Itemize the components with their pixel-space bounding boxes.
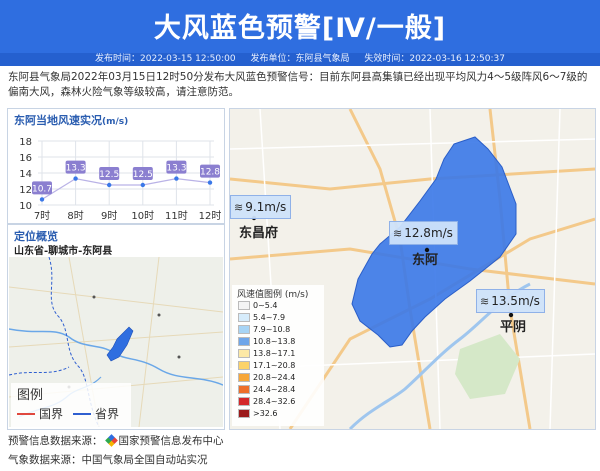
color-swatch: [238, 337, 250, 346]
expire-time: 失效时间：2022-03-16 12:50:37: [364, 54, 505, 64]
color-swatch: [238, 349, 250, 358]
data-label: 12.5: [99, 170, 119, 180]
legend-national-border-label: 国界: [39, 407, 64, 421]
legend-label: 24.4~28.4: [253, 385, 296, 394]
legend-item: >32.6: [238, 408, 278, 419]
data-point: [140, 182, 145, 188]
issuer: 发布单位：东阿县气象局: [250, 54, 350, 64]
wind-icon: ≋: [480, 295, 490, 308]
station-speed: 12.8m/s: [404, 226, 453, 240]
legend-item: 28.4~32.6: [238, 396, 295, 407]
station-speed: 9.1m/s: [245, 200, 287, 214]
legend-item: 0~5.4: [238, 300, 278, 311]
legend-item: 17.1~20.8: [238, 360, 295, 371]
station-wind-label-donge[interactable]: ≋ 12.8m/s: [389, 221, 458, 245]
y-tick-label: 16: [19, 153, 32, 164]
legend-item: 5.4~7.9: [238, 312, 285, 323]
legend-item: 13.8~17.1: [238, 348, 295, 359]
wind-speed-map[interactable]: ≋ 9.1m/s 东昌府 ≋ 12.8m/s 东阿 ≋ 13.5m/s 平阴 风速值图…: [229, 108, 596, 430]
color-swatch: [238, 325, 250, 334]
legend-item: 7.9~10.8: [238, 324, 290, 335]
minimap-legend-title: 图例: [17, 388, 44, 403]
color-swatch: [238, 409, 250, 418]
issue-time: 发布时间：2022-03-15 12:50:00: [95, 54, 236, 64]
data-label: 12.5: [133, 170, 153, 180]
warning-banner: 大风蓝色预警[Ⅳ/一般]: [0, 0, 600, 53]
alert-source-line: 预警信息数据来源： 国家预警信息发布中心: [8, 433, 224, 448]
y-tick-label: 18: [19, 137, 32, 148]
data-point: [174, 176, 179, 181]
color-swatch: [238, 361, 250, 370]
national-border-line-icon: [17, 412, 35, 415]
data-label: 13.3: [166, 164, 186, 174]
data-label: 12.8: [200, 168, 220, 178]
wind-icon: ≋: [234, 201, 244, 214]
color-swatch: [238, 397, 250, 406]
wind-speed-chart: 10 12 14 16 18 7时 8时 9时 10时 11时 12时 10.7 13.3 12.5 12.…: [19, 137, 222, 222]
x-tick-label: 7时: [34, 210, 50, 222]
minimap-legend: 图例 国界 省界: [11, 383, 131, 427]
legend-label: 20.8~24.4: [253, 373, 296, 382]
city-label-donge: 东阿: [412, 253, 439, 268]
x-tick-label: 8时: [67, 210, 83, 222]
legend-item: 24.4~28.4: [238, 384, 295, 395]
warning-meta-bar: 发布时间：2022-03-15 12:50:00 发布单位：东阿县气象局 失效时…: [0, 53, 600, 66]
data-point: [73, 176, 78, 181]
color-swatch: [238, 385, 250, 394]
warning-center-logo-icon: [104, 434, 118, 447]
legend-label: 5.4~7.9: [253, 313, 286, 322]
station-wind-label-pingyin[interactable]: ≋ 13.5m/s: [476, 289, 545, 313]
x-tick-label: 10时: [131, 210, 154, 222]
color-swatch: [238, 313, 250, 322]
legend-label: 28.4~32.6: [253, 397, 296, 406]
alert-source-label: 预警信息数据来源：: [8, 435, 103, 447]
data-label: 10.7: [32, 184, 52, 194]
legend-provincial-border: 省界: [73, 405, 119, 422]
data-point: [207, 180, 213, 185]
y-tick-label: 12: [19, 185, 32, 196]
legend-provincial-border-label: 省界: [95, 407, 120, 421]
legend-label: 17.1~20.8: [253, 361, 296, 370]
wind-speed-legend-title: 风速值图例 (m/s): [237, 290, 309, 300]
wind-speed-panel: 东阿当地风速实况(m/s) 10 12 14 16 18 7时 8时 9时 10时 11时 12时 1…: [7, 108, 225, 224]
y-tick-label: 10: [19, 201, 32, 212]
legend-national-border: 国界: [17, 405, 63, 422]
station-wind-label-dongchangfu[interactable]: ≋ 9.1m/s: [230, 195, 292, 219]
city-label-pingyin: 平阴: [500, 320, 527, 335]
alert-source-name[interactable]: 国家预警信息发布中心: [119, 433, 224, 448]
legend-label: 7.9~10.8: [253, 325, 291, 334]
legend-label: 0~5.4: [253, 301, 278, 310]
data-point: [107, 182, 112, 188]
data-label: 13.3: [66, 164, 86, 174]
color-swatch: [238, 301, 250, 310]
legend-item: 10.8~13.8: [238, 336, 295, 347]
warning-description: 东阿县气象局2022年03月15日12时50分发布大风蓝色预警信号：目前东阿县高…: [8, 71, 588, 98]
data-point: [39, 197, 45, 202]
legend-label: >32.6: [253, 409, 278, 418]
city-label-dongchangfu: 东昌府: [239, 226, 279, 241]
wind-icon: ≋: [393, 227, 403, 240]
warning-title: 大风蓝色预警[Ⅳ/一般]: [153, 13, 447, 44]
x-tick-label: 9时: [101, 210, 117, 222]
legend-label: 13.8~17.1: [253, 349, 296, 358]
legend-label: 10.8~13.8: [253, 337, 296, 346]
provincial-border-line-icon: [73, 412, 91, 415]
legend-item: 20.8~24.4: [238, 372, 295, 383]
color-swatch: [238, 373, 250, 382]
x-tick-label: 12时: [199, 210, 222, 222]
y-tick-label: 14: [19, 169, 32, 180]
wind-speed-legend: 风速值图例 (m/s) 0~5.4 5.4~7.9 7.9~10.8 10.8~…: [232, 285, 324, 426]
location-panel: 定位概览 山东省-聊城市-东阿县 图例 国界 省界: [7, 224, 225, 430]
location-region: 山东省-聊城市-东阿县: [14, 246, 113, 257]
weather-source-line: 气象数据来源：中国气象局全国自动站实况: [8, 454, 208, 466]
station-speed: 13.5m/s: [491, 294, 540, 308]
x-tick-label: 11时: [165, 210, 188, 222]
